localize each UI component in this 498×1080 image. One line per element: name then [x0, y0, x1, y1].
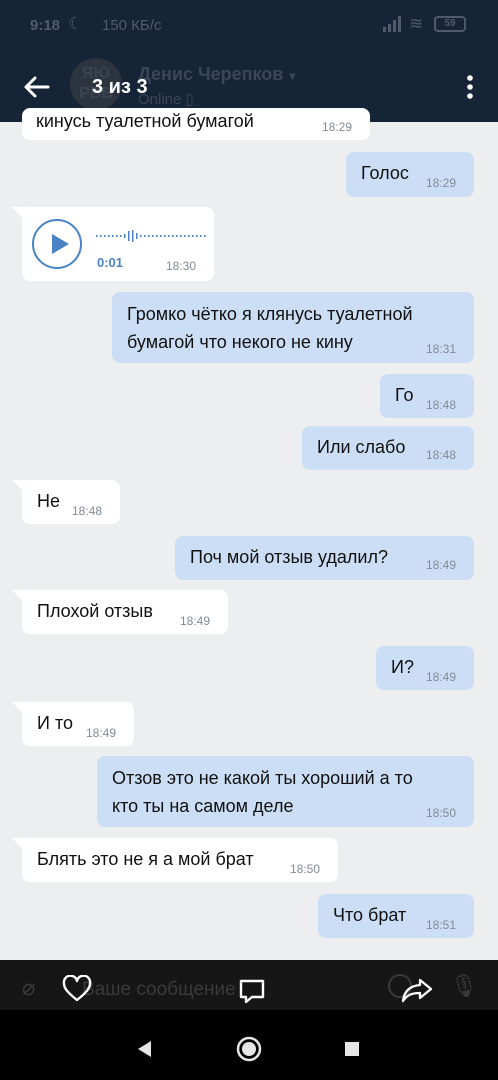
message-time: 18:51	[426, 918, 457, 932]
message-outgoing[interactable]: Громко чётко я клянусь туалетной бумагой…	[112, 292, 474, 363]
message-time: 18:30	[166, 259, 197, 273]
message-outgoing[interactable]: Что брат 18:51	[318, 894, 474, 938]
message-time: 18:50	[290, 862, 321, 876]
network-speed: 150 КБ/с	[102, 17, 162, 34]
message-incoming[interactable]: кинусь туалетной бумагой 18:29	[22, 108, 370, 140]
message-text-line2: кто ты на самом деле	[112, 796, 294, 816]
message-text: Голос	[361, 163, 409, 183]
message-text: Плохой отзыв	[37, 601, 153, 621]
message-incoming[interactable]: Плохой отзыв 18:49	[22, 590, 228, 634]
message-time: 18:29	[322, 120, 353, 134]
message-outgoing[interactable]: Го 18:48	[380, 374, 474, 418]
message-time: 18:48	[72, 504, 103, 518]
system-navigation-bar	[0, 1010, 498, 1080]
message-text: Блять это не я а мой брат	[37, 849, 254, 869]
message-text: Не	[37, 491, 61, 511]
message-outgoing[interactable]: Или слабо 18:48	[302, 426, 474, 470]
message-time: 18:31	[426, 342, 457, 356]
nav-home-icon[interactable]	[236, 1036, 262, 1062]
status-time: 9:18	[30, 17, 61, 34]
message-input-placeholder: Ваше сообщение	[82, 979, 236, 1000]
battery-icon: 59	[434, 16, 466, 32]
message-text-line1: Отзов это не какой ты хороший а то	[112, 768, 413, 788]
message-outgoing[interactable]: Поч мой отзыв удалил? 18:49	[175, 536, 474, 580]
message-text: Поч мой отзыв удалил?	[190, 547, 388, 567]
share-arrow-icon[interactable]	[401, 976, 433, 1004]
message-time: 18:48	[426, 398, 457, 412]
back-arrow-icon[interactable]	[22, 72, 52, 102]
contact-name[interactable]: Денис Черепков ▾	[138, 64, 295, 85]
attach-icon: ⌀	[22, 975, 36, 1000]
chevron-down-icon: ▾	[289, 69, 296, 83]
message-time: 18:48	[426, 448, 457, 462]
message-outgoing[interactable]: И? 18:49	[376, 646, 474, 690]
message-text: кинусь туалетной бумагой	[36, 111, 254, 131]
message-time: 18:49	[180, 614, 211, 628]
microphone-icon: 🎙	[450, 973, 478, 998]
message-text: И то	[37, 713, 73, 733]
message-time: 18:29	[426, 176, 457, 190]
message-incoming[interactable]: Блять это не я а мой брат 18:50	[22, 838, 338, 882]
message-time: 18:49	[426, 670, 457, 684]
top-bar: 9:18 ☾ 150 КБ/с ≋ 59 ЯЮ РВВ Денис Черепк…	[0, 0, 498, 122]
contact-name-text: Денис Черепков	[138, 64, 284, 84]
message-composer: ⌀ Ваше сообщение 🎙	[0, 960, 498, 1010]
nav-back-icon[interactable]	[136, 1040, 152, 1058]
like-heart-icon[interactable]	[62, 975, 92, 1003]
message-incoming[interactable]: Не 18:48	[22, 480, 120, 524]
message-text: Го	[395, 385, 414, 405]
status-bar: 9:18 ☾ 150 КБ/с ≋ 59	[0, 0, 498, 50]
message-time: 18:49	[426, 558, 457, 572]
signal-icon	[383, 16, 401, 32]
voice-message[interactable]: 0:01 18:30	[22, 207, 214, 281]
voice-duration: 0:01	[97, 255, 124, 270]
message-text-line2: бумагой что некого не кину	[127, 332, 353, 352]
message-text: Что брат	[333, 905, 407, 925]
voice-waveform[interactable]	[96, 230, 208, 242]
nav-recents-icon[interactable]	[344, 1041, 360, 1057]
message-time: 18:50	[426, 806, 457, 820]
message-text: Или слабо	[317, 437, 406, 457]
message-text-line1: Громко чётко я клянусь туалетной	[127, 304, 413, 324]
wifi-icon: ≋	[409, 14, 424, 33]
message-time: 18:49	[86, 726, 117, 740]
comment-icon[interactable]	[237, 976, 267, 1006]
more-vertical-icon[interactable]	[460, 72, 480, 102]
message-incoming[interactable]: И то 18:49	[22, 702, 134, 746]
message-outgoing[interactable]: Отзов это не какой ты хороший а то кто т…	[97, 756, 474, 827]
play-button[interactable]	[32, 219, 82, 269]
message-text: И?	[391, 657, 414, 677]
message-outgoing[interactable]: Голос 18:29	[346, 152, 474, 197]
viewer-page-counter: 3 из 3	[92, 76, 148, 98]
night-mode-icon: ☾	[68, 14, 84, 33]
